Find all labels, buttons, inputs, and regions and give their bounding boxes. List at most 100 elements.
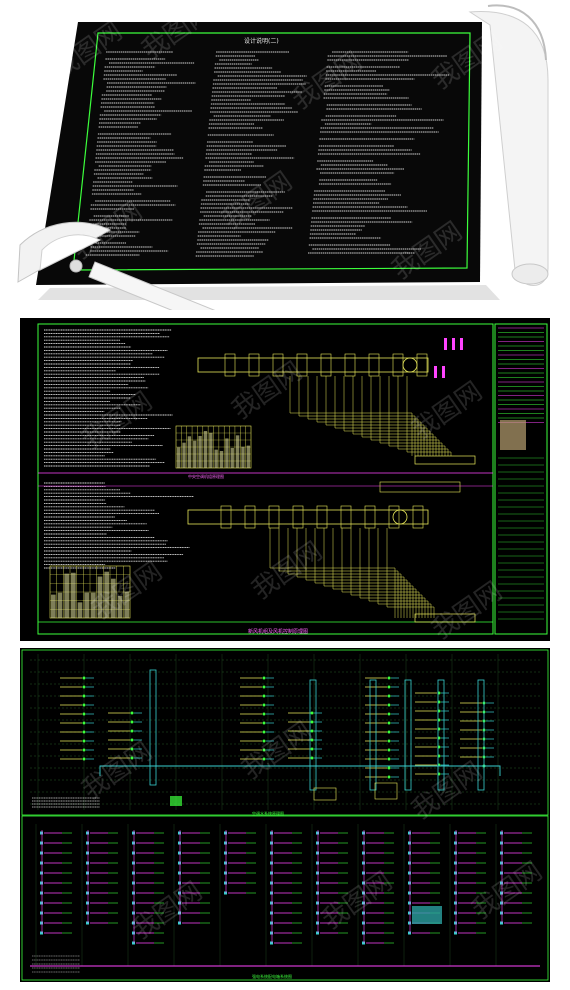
breaker-icon xyxy=(40,891,43,895)
valve-icon xyxy=(130,756,134,760)
breaker-icon xyxy=(86,911,89,915)
breaker-icon xyxy=(178,911,181,915)
breaker-icon xyxy=(178,891,181,895)
breaker-icon xyxy=(454,871,457,875)
breaker-icon xyxy=(500,921,503,925)
breaker-icon xyxy=(40,901,43,905)
valve-icon xyxy=(387,775,391,779)
breaker-icon xyxy=(500,841,503,845)
control-wire xyxy=(359,528,426,618)
valve-icon xyxy=(387,721,391,725)
control-wire xyxy=(377,528,432,618)
unit-section xyxy=(248,353,260,377)
valve-icon xyxy=(82,694,86,698)
valve-icon xyxy=(262,694,266,698)
breaker-icon xyxy=(454,931,457,935)
breaker-icon xyxy=(40,841,43,845)
breaker-icon xyxy=(224,881,227,885)
breaker-icon xyxy=(362,921,365,925)
breaker-icon xyxy=(40,931,43,935)
breaker-icon xyxy=(500,911,503,915)
breaker-icon xyxy=(408,871,411,875)
design-notes-sheet: 设计说明(二) xyxy=(0,0,570,330)
breaker-icon xyxy=(132,871,135,875)
control-wire xyxy=(269,528,396,618)
control-cabinet xyxy=(414,613,476,623)
breaker-icon xyxy=(408,851,411,855)
valve-icon xyxy=(262,757,266,761)
valve-icon xyxy=(262,721,266,725)
title-block xyxy=(498,327,544,620)
valve-icon xyxy=(387,748,391,752)
breaker-icon xyxy=(362,871,365,875)
valve-icon xyxy=(262,712,266,716)
breaker-icon xyxy=(132,911,135,915)
unit-section xyxy=(340,505,352,529)
unit-section xyxy=(416,353,428,377)
breaker-icon xyxy=(316,911,319,915)
breaker-icon xyxy=(270,841,273,845)
breaker-icon xyxy=(454,891,457,895)
control-wire xyxy=(323,528,414,618)
breaker-icon xyxy=(316,901,319,905)
valve-icon xyxy=(310,729,314,733)
unit-section xyxy=(344,353,356,377)
breaker-icon xyxy=(132,891,135,895)
unit-section xyxy=(316,505,328,529)
stamp-image xyxy=(500,420,526,450)
breaker-icon xyxy=(224,861,227,865)
breaker-icon xyxy=(40,881,43,885)
distribution-cabinet xyxy=(412,906,442,924)
control-wire xyxy=(332,528,417,618)
control-wire xyxy=(305,528,408,618)
breaker-icon xyxy=(132,881,135,885)
valve-icon xyxy=(262,739,266,743)
breaker-icon xyxy=(362,941,365,945)
breaker-icon xyxy=(316,891,319,895)
control-wire xyxy=(298,376,416,456)
valve-icon xyxy=(387,694,391,698)
breaker-icon xyxy=(86,851,89,855)
breaker-icon xyxy=(86,841,89,845)
valve-icon xyxy=(82,748,86,752)
valve-icon xyxy=(310,747,314,751)
breaker-icon xyxy=(132,861,135,865)
valve-icon xyxy=(452,338,455,350)
breaker-icon xyxy=(454,901,457,905)
valve-icon xyxy=(130,747,134,751)
valve-icon xyxy=(310,756,314,760)
control-wire xyxy=(350,528,423,618)
valve-icon xyxy=(444,338,447,350)
breaker-icon xyxy=(408,881,411,885)
valve-icon xyxy=(82,721,86,725)
breaker-icon xyxy=(408,931,411,935)
breaker-icon xyxy=(270,881,273,885)
breaker-icon xyxy=(500,851,503,855)
valve-icon xyxy=(387,757,391,761)
bottom-diagram-caption: 新风机组及风机控制原理图 xyxy=(248,628,308,635)
breaker-icon xyxy=(132,831,135,835)
breaker-icon xyxy=(408,861,411,865)
breaker-icon xyxy=(132,901,135,905)
control-wire xyxy=(287,528,402,618)
breaker-icon xyxy=(86,901,89,905)
breaker-icon xyxy=(224,831,227,835)
breaker-icon xyxy=(362,911,365,915)
breaker-icon xyxy=(132,931,135,935)
control-wire xyxy=(341,528,420,618)
unit-section xyxy=(272,353,284,377)
valve-icon xyxy=(82,739,86,743)
breaker-icon xyxy=(270,911,273,915)
unit-section xyxy=(368,353,380,377)
breaker-icon xyxy=(500,901,503,905)
breaker-icon xyxy=(40,831,43,835)
valve-icon xyxy=(130,738,134,742)
valve-icon xyxy=(130,720,134,724)
chiller-unit xyxy=(374,782,398,800)
breaker-icon xyxy=(500,881,503,885)
breaker-icon xyxy=(362,901,365,905)
riser-pipe xyxy=(369,679,377,791)
valve-icon xyxy=(130,729,134,733)
valve-icon xyxy=(262,676,266,680)
air-duct xyxy=(197,357,429,373)
